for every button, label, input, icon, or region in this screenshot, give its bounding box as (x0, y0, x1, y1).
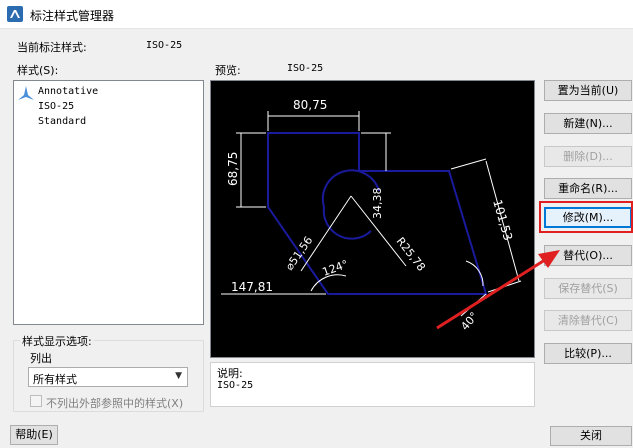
dim-small-vertical: 34,38 (371, 188, 384, 220)
rename-button[interactable]: 重命名(R)... (544, 178, 632, 199)
delete-button[interactable]: 删除(D)... (544, 146, 632, 167)
annotation-highlight-box (539, 201, 633, 233)
dim-radius: R25,78 (394, 235, 428, 274)
list-filter-label: 列出 (30, 352, 52, 365)
preview-canvas: 80,75 68,75 34,38 101,53 ⌀51,56 R25,78 1… (210, 80, 535, 358)
autocad-icon (7, 6, 23, 22)
list-item-iso25[interactable]: ISO-25 (38, 101, 74, 112)
exclude-xref-checkbox[interactable] (30, 395, 42, 407)
current-style-value: ISO-25 (146, 40, 183, 51)
exclude-xref-label: 不列出外部参照中的样式(X) (46, 397, 184, 410)
current-style-label: 当前标注样式: (17, 41, 87, 54)
dim-slanted-right: 101,53 (490, 198, 515, 242)
list-item-standard[interactable]: Standard (38, 116, 86, 127)
save-override-button[interactable]: 保存替代(S) (544, 278, 632, 299)
window-title: 标注样式管理器 (30, 9, 115, 23)
close-button[interactable]: 关闭 (550, 426, 632, 446)
display-options-title: 样式显示选项: (20, 333, 94, 349)
styles-list[interactable]: Annotative ISO-25 Standard (13, 80, 204, 325)
list-item-annotative[interactable]: Annotative (38, 86, 98, 97)
description-box: 说明: ISO-25 (210, 362, 535, 407)
dim-height-left: 68,75 (226, 152, 240, 186)
annotative-icon (18, 86, 34, 100)
list-filter-select[interactable]: 所有样式 ▼ (28, 367, 188, 387)
dim-width-top: 80,75 (293, 98, 327, 112)
description-value: ISO-25 (217, 380, 254, 391)
preview-drawing: 80,75 68,75 34,38 101,53 ⌀51,56 R25,78 1… (221, 98, 522, 333)
set-current-button[interactable]: 置为当前(U) (544, 80, 632, 101)
override-button[interactable]: 替代(O)... (544, 245, 632, 266)
title-bar: 标注样式管理器 (0, 0, 633, 29)
compare-button[interactable]: 比较(P)... (544, 343, 632, 364)
styles-list-label: 样式(S): (17, 64, 59, 77)
clear-override-button[interactable]: 清除替代(C) (544, 310, 632, 331)
description-label: 说明: (217, 367, 243, 380)
help-button[interactable]: 帮助(E) (10, 425, 58, 445)
list-filter-value: 所有样式 (33, 373, 77, 386)
preview-label: 预览: (215, 64, 241, 77)
preview-style-name: ISO-25 (287, 63, 324, 74)
dim-angle-bottom: 40° (458, 310, 480, 333)
dim-base-left: 147,81 (231, 280, 273, 294)
new-button[interactable]: 新建(N)... (544, 113, 632, 134)
chevron-down-icon: ▼ (175, 371, 182, 381)
